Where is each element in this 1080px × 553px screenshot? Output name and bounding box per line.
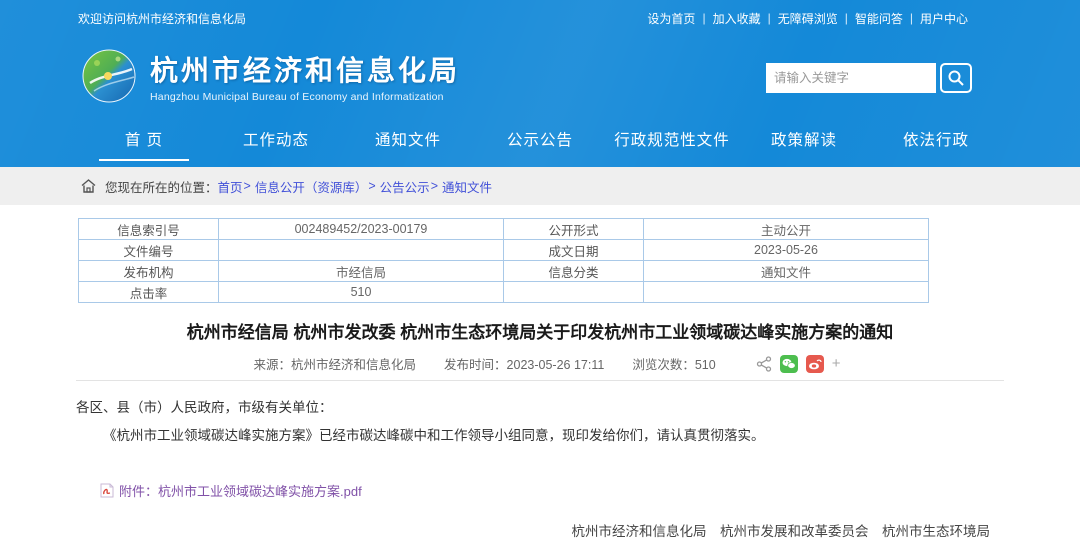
table-row: 信息索引号 002489452/2023-00179 公开形式 主动公开 [79,219,929,240]
site-logo[interactable] [82,49,136,103]
top-link-accessibility[interactable]: 无障碍浏览 [778,10,838,27]
signature-agencies: 杭州市经济和信息化局 杭州市发展和改革委员会 杭州市生态环境局 [0,520,990,540]
top-link-separator: | [845,11,848,25]
table-row: 发布机构 市经信局 信息分类 通知文件 [79,261,929,282]
share-icon[interactable] [756,356,772,372]
breadcrumb-link-announcements[interactable]: 公告公示 [380,177,430,196]
weibo-share-button[interactable] [806,355,824,373]
home-icon[interactable] [80,178,97,194]
wechat-share-button[interactable] [780,355,798,373]
welcome-text: 欢迎访问杭州市经济和信息化局 [78,10,246,27]
top-link-favorite[interactable]: 加入收藏 [713,10,761,27]
nav-item-administration-by-law[interactable]: 依法行政 [870,128,1002,167]
search-input[interactable] [766,63,936,93]
breadcrumb: 您现在所在的位置： 首页 > 信息公开（资源库） > 公告公示 > 通知文件 [0,167,1080,205]
breadcrumb-link-info-disclosure[interactable]: 信息公开（资源库） [255,177,368,196]
site-header: 欢迎访问杭州市经济和信息化局 设为首页 | 加入收藏 | 无障碍浏览 | 智能问… [0,0,1080,167]
wechat-icon [782,358,796,370]
active-tab-underline [99,159,189,161]
document-info-table: 信息索引号 002489452/2023-00179 公开形式 主动公开 文件编… [78,218,929,303]
top-links: 设为首页 | 加入收藏 | 无障碍浏览 | 智能问答 | 用户中心 [647,10,968,27]
main-nav: 首 页 工作动态 通知文件 公示公告 行政规范性文件 政策解读 依法行政 [0,122,1080,167]
search-box [766,63,972,93]
breadcrumb-prefix: 您现在所在的位置： [105,177,218,196]
pdf-icon [100,483,114,498]
table-row: 点击率 510 [79,282,929,303]
nav-item-notices[interactable]: 通知文件 [342,128,474,167]
nav-item-home[interactable]: 首 页 [78,128,210,167]
top-link-separator: | [768,11,771,25]
plus-icon[interactable]: + [832,355,841,372]
table-row: 文件编号 成文日期 2023-05-26 [79,240,929,261]
search-icon [947,69,965,87]
weibo-icon [808,358,822,370]
site-name-english: Hangzhou Municipal Bureau of Economy and… [150,91,460,103]
article-meta: 来源：杭州市经济和信息化局 发布时间：2023-05-26 17:11 浏览次数… [0,354,1080,373]
top-link-smart-qa[interactable]: 智能问答 [855,10,903,27]
brand-text: 杭州市经济和信息化局 Hangzhou Municipal Bureau of … [150,49,460,103]
top-link-separator: | [702,11,705,25]
breadcrumb-link-home[interactable]: 首页 [218,177,243,196]
body-paragraph: 《杭州市工业领域碳达峰实施方案》已经市碳达峰碳中和工作领导小组同意，现印发给你们… [76,425,1004,447]
nav-item-policy-interpretation[interactable]: 政策解读 [738,128,870,167]
publish-time-label: 发布时间：2023-05-26 17:11 [444,354,604,373]
top-link-separator: | [910,11,913,25]
top-bar: 欢迎访问杭州市经济和信息化局 设为首页 | 加入收藏 | 无障碍浏览 | 智能问… [0,0,1080,30]
breadcrumb-link-notices[interactable]: 通知文件 [442,177,492,196]
share-buttons: + [756,355,841,373]
attachment-link[interactable]: 附件：杭州市工业领域碳达峰实施方案.pdf [119,481,362,500]
main-content: 信息索引号 002489452/2023-00179 公开形式 主动公开 文件编… [0,218,1080,553]
nav-item-announcements[interactable]: 公示公告 [474,128,606,167]
brand-row: 杭州市经济和信息化局 Hangzhou Municipal Bureau of … [0,30,1080,122]
site-name: 杭州市经济和信息化局 [150,49,460,89]
view-count-label: 浏览次数：510 [632,354,715,373]
top-link-set-home[interactable]: 设为首页 [647,10,695,27]
salutation-text: 各区、县（市）人民政府，市级有关单位： [76,396,1080,416]
attachment-row: 附件：杭州市工业领域碳达峰实施方案.pdf [100,481,1080,500]
search-button[interactable] [940,63,972,93]
nav-item-work-news[interactable]: 工作动态 [210,128,342,167]
top-link-user-center[interactable]: 用户中心 [920,10,968,27]
nav-item-regulatory-documents[interactable]: 行政规范性文件 [606,128,738,167]
divider [76,380,1004,381]
page-title: 杭州市经信局 杭州市发改委 杭州市生态环境局关于印发杭州市工业领域碳达峰实施方案… [0,318,1080,343]
source-label: 来源：杭州市经济和信息化局 [254,354,417,373]
